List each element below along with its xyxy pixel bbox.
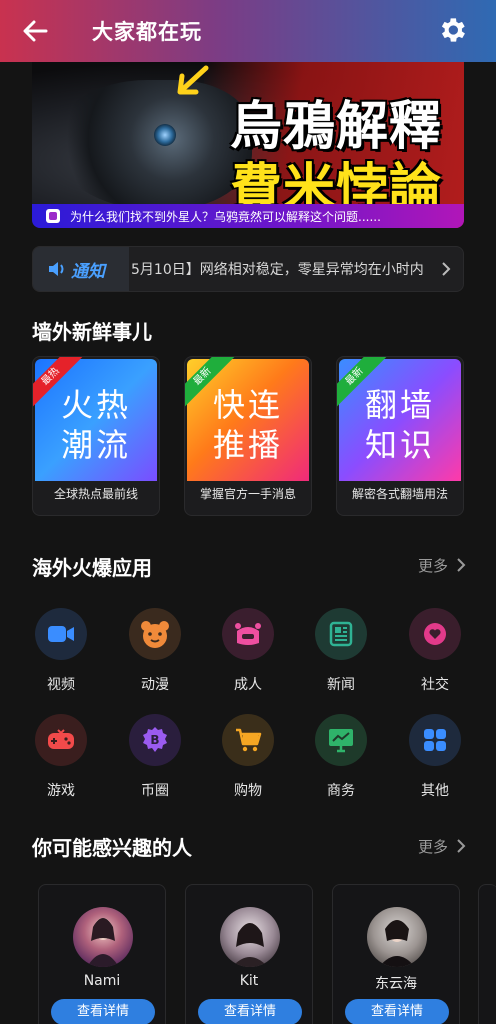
settings-button[interactable] (434, 12, 470, 48)
page-title: 大家都在玩 (92, 20, 202, 44)
app-social[interactable]: 社交 (395, 608, 475, 694)
notice-bar[interactable]: 通知 5月10日】网络相对稳定，零星异常均在小时内 (32, 246, 464, 292)
app-label: 游戏 (47, 783, 75, 799)
news-card-hot[interactable]: 火热 潮流 最热 全球热点最前线 (32, 356, 160, 516)
yellow-arrow-icon (177, 65, 209, 95)
news-card-knowledge[interactable]: 翻墙 知识 最新 解密各式翻墙用法 (336, 356, 464, 516)
news-card-push[interactable]: 快连 推播 最新 掌握官方一手消息 (184, 356, 312, 516)
adult-icon (235, 623, 261, 645)
notice-label-text: 通知 (71, 261, 105, 282)
app-label: 商务 (327, 783, 355, 799)
app-icon-circle (315, 608, 367, 660)
news-card-big-text: 翻墙 知识 (364, 386, 435, 464)
chevron-right-icon[interactable] (456, 557, 466, 573)
person-card[interactable]: Kit 查看详情 (185, 884, 313, 1024)
person-name: Kit (239, 973, 259, 989)
app-icon-circle (222, 714, 274, 766)
app-icon-circle (409, 714, 461, 766)
person-card[interactable]: 东云海 查看详情 (332, 884, 460, 1024)
avatar-figure (232, 923, 268, 967)
heart-bubble-icon (424, 623, 446, 645)
app-icon-circle (35, 714, 87, 766)
app-video[interactable]: 视频 (21, 608, 101, 694)
video-badge-icon (46, 209, 60, 223)
banner-caption: 为什么我们找不到外星人？乌鸦竟然可以解释这个问题...... (32, 204, 464, 228)
monitor-chart-icon (329, 729, 353, 753)
news-card-subtitle: 掌握官方一手消息 (199, 487, 296, 501)
promo-banner[interactable]: 烏鴉解釋 費米悖論 为什么我们找不到外星人？乌鸦竟然可以解释这个问题...... (32, 62, 464, 228)
avatar (220, 907, 280, 967)
crow-image (52, 80, 252, 210)
back-button[interactable] (18, 14, 52, 48)
app-icon-circle (35, 608, 87, 660)
person-card[interactable]: Nami 查看详情 (38, 884, 166, 1024)
section-title-apps: 海外火爆应用 (32, 556, 152, 580)
app-label: 动漫 (141, 677, 169, 693)
avatar-figure (379, 920, 415, 967)
newspaper-icon (329, 621, 353, 647)
app-crypto[interactable]: B 币圈 (115, 714, 195, 800)
view-details-button[interactable]: 查看详情 (345, 999, 449, 1024)
app-icon-circle (409, 608, 461, 660)
shopping-cart-icon (236, 728, 262, 752)
apps-more-link[interactable]: 更多 (418, 555, 448, 576)
gear-icon (441, 18, 465, 42)
notice-text: 5月10日】网络相对稳定，零星异常均在小时内 (131, 262, 424, 278)
app-label: 币圈 (141, 783, 169, 799)
bear-face-icon (141, 621, 169, 648)
app-icon-circle (222, 608, 274, 660)
news-card-big-text: 火热 潮流 (60, 386, 131, 464)
banner-caption-text: 为什么我们找不到外星人？乌鸦竟然可以解释这个问题...... (70, 209, 381, 224)
crow-eye (154, 124, 176, 146)
news-card-subtitle: 解密各式翻墙用法 (351, 487, 448, 501)
app-games[interactable]: 游戏 (21, 714, 101, 800)
top-app-bar: 大家都在玩 (0, 0, 496, 62)
avatar-figure (87, 918, 119, 967)
app-business[interactable]: 商务 (301, 714, 381, 800)
person-name: Nami (83, 973, 121, 989)
avatar (367, 907, 427, 967)
section-title-news: 墙外新鲜事儿 (32, 320, 152, 344)
gamepad-icon (48, 729, 74, 749)
person-name: 东云海 (375, 976, 417, 992)
app-icon-circle (129, 608, 181, 660)
news-card-big-text: 快连 推播 (212, 386, 283, 464)
grid-icon (424, 729, 446, 751)
app-label: 视频 (47, 677, 75, 693)
chevron-right-icon (442, 262, 451, 276)
section-title-people: 你可能感兴趣的人 (32, 836, 192, 860)
avatar (73, 907, 133, 967)
app-icon-circle (315, 714, 367, 766)
arrow-left-icon (23, 20, 48, 42)
app-label: 其他 (421, 783, 449, 799)
speaker-icon (49, 262, 64, 276)
app-news[interactable]: 新闻 (301, 608, 381, 694)
app-other[interactable]: 其他 (395, 714, 475, 800)
view-details-button[interactable]: 查看详情 (198, 999, 302, 1024)
app-label: 成人 (234, 677, 262, 693)
app-icon-circle: B (129, 714, 181, 766)
view-details-button[interactable]: 查看详情 (51, 999, 155, 1024)
app-adult[interactable]: 成人 (208, 608, 288, 694)
news-card-subtitle: 全球热点最前线 (53, 487, 138, 501)
person-card-partial[interactable] (478, 884, 496, 1024)
video-camera-icon (48, 626, 74, 642)
app-label: 新闻 (327, 677, 355, 693)
bitcoin-icon: B (143, 727, 167, 752)
people-more-link[interactable]: 更多 (418, 836, 448, 857)
svg-text:B: B (150, 733, 159, 747)
app-label: 社交 (421, 677, 449, 693)
app-anime[interactable]: 动漫 (115, 608, 195, 694)
app-shopping[interactable]: 购物 (208, 714, 288, 800)
app-label: 购物 (234, 783, 262, 799)
chevron-right-icon[interactable] (456, 838, 466, 854)
notice-label: 通知 (33, 247, 129, 291)
